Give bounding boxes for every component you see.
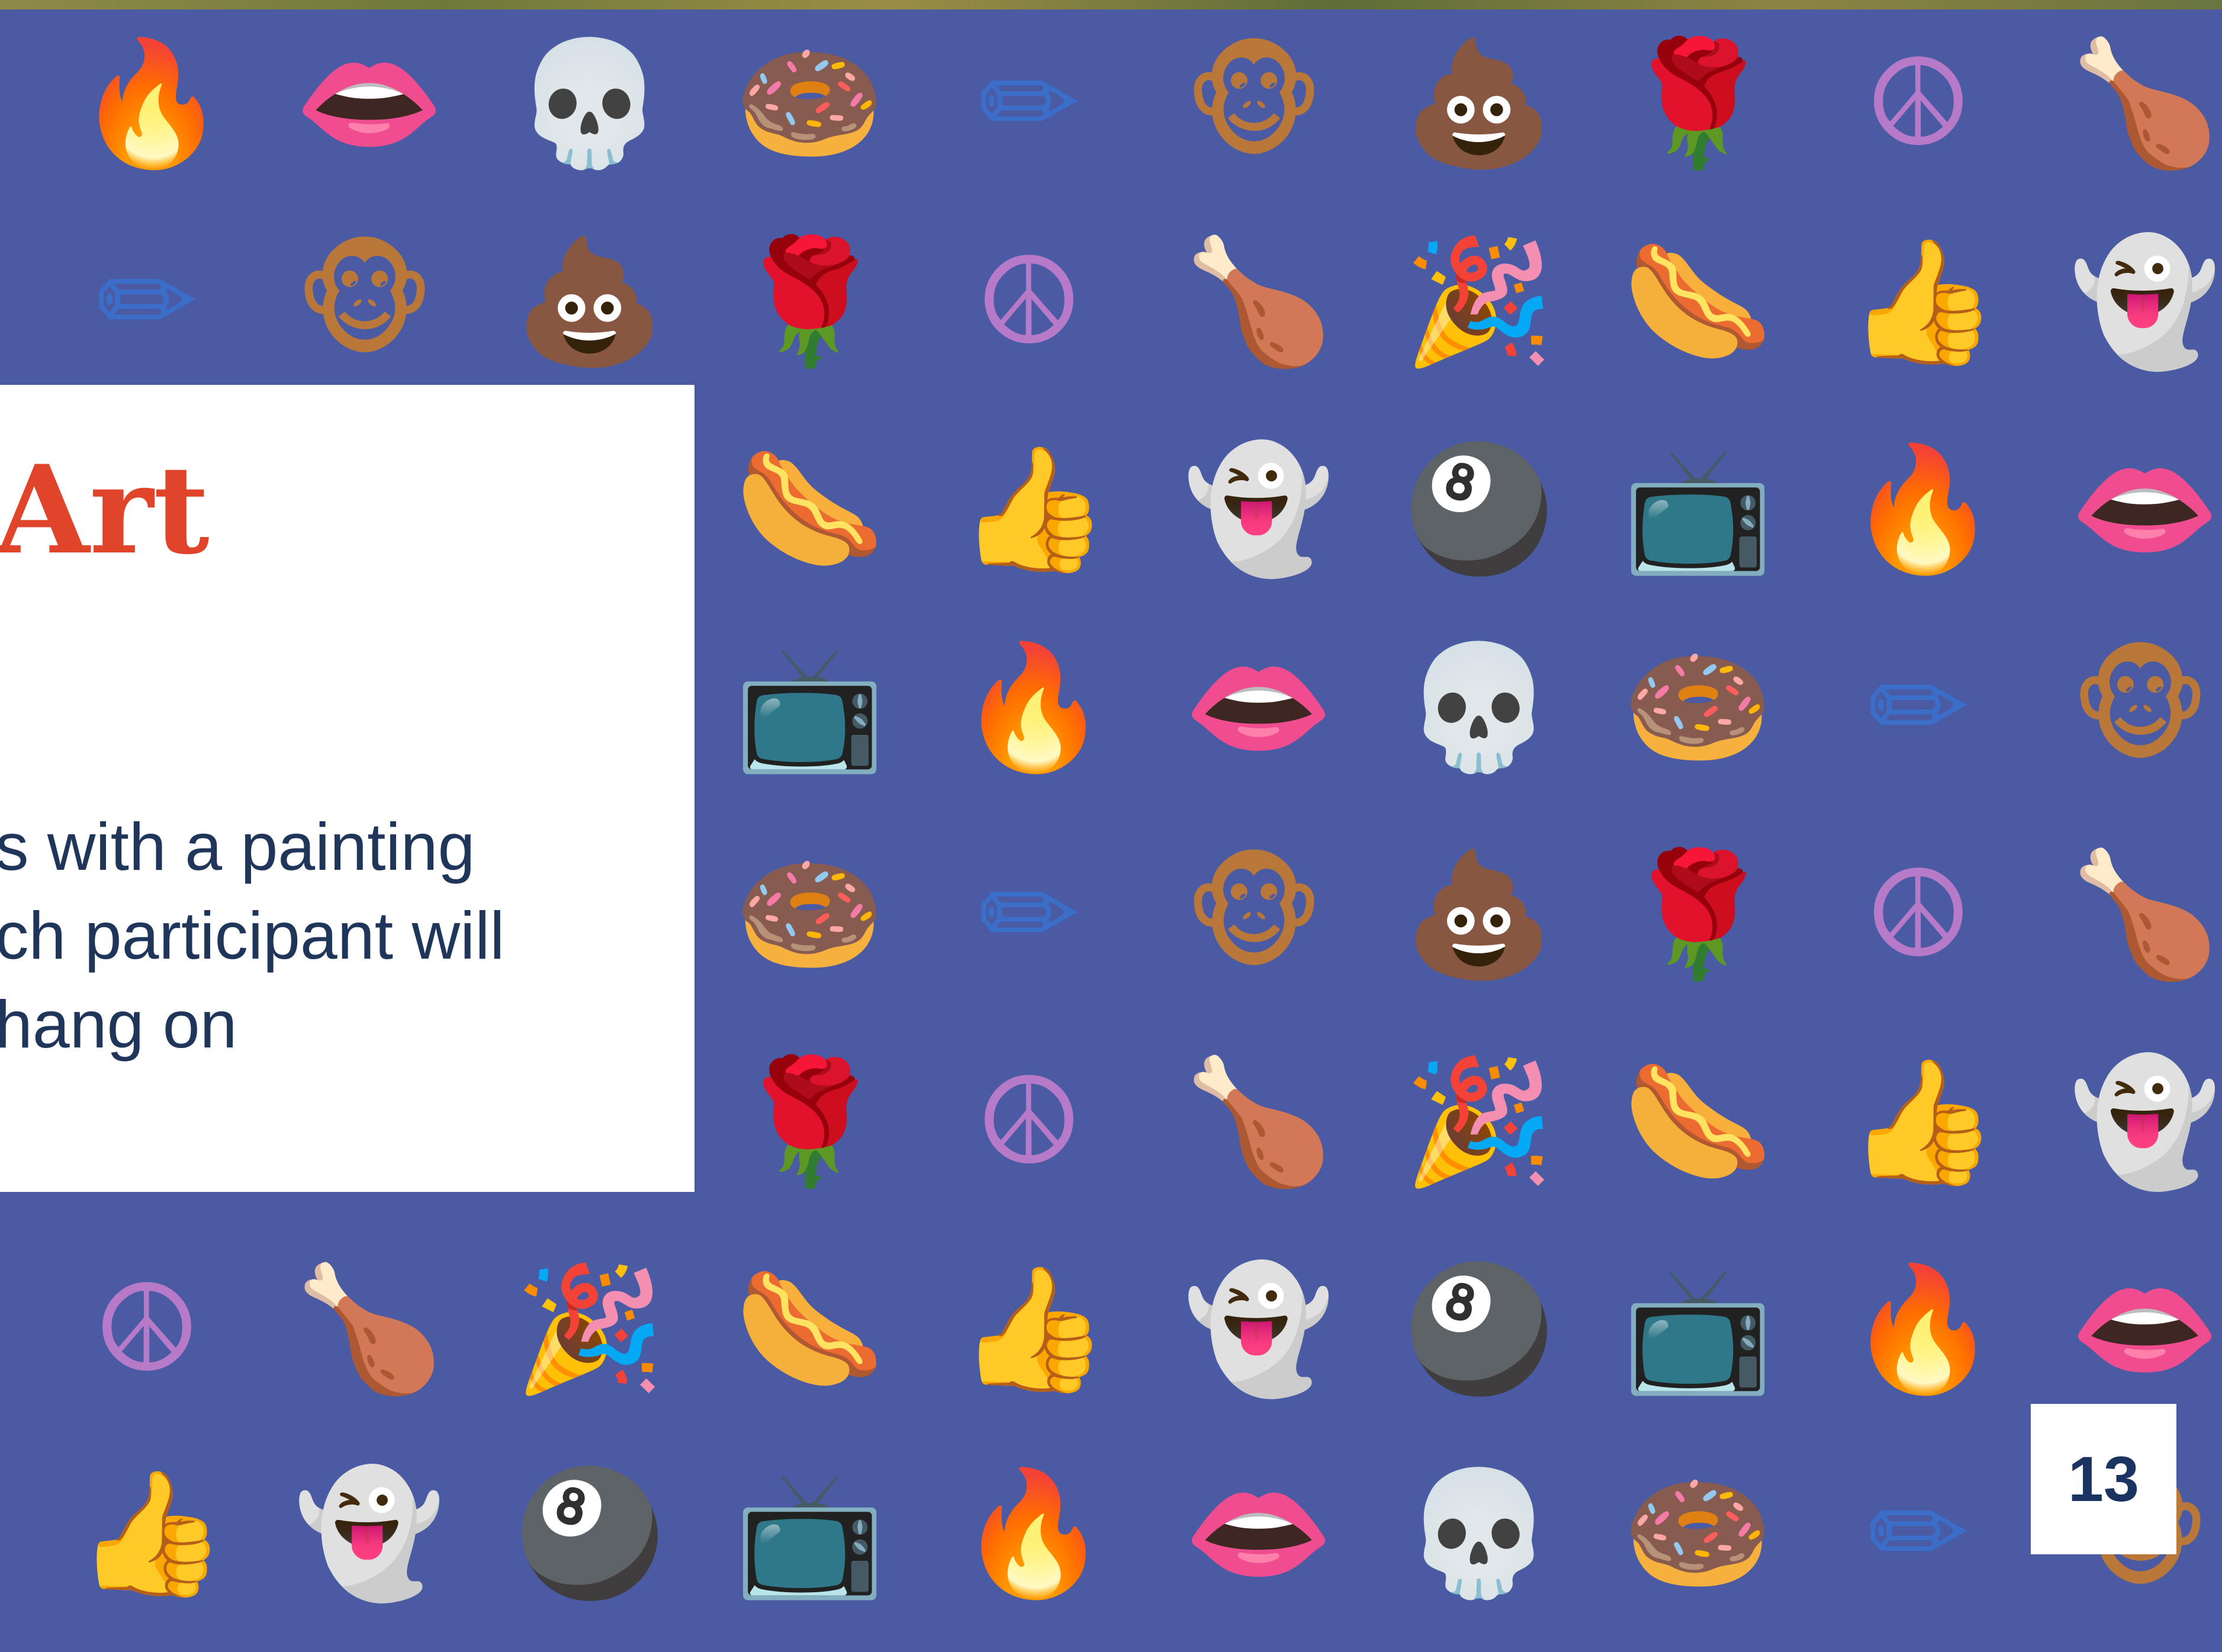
hotdog-icon: 🌭 — [1622, 1052, 1774, 1193]
card-body-text: s with a painting ch participant will ha… — [0, 802, 504, 1069]
tv-icon: 📺 — [734, 1463, 886, 1604]
ghost-icon: 👻 — [294, 1463, 445, 1604]
skull-icon: 💀 — [1403, 1463, 1555, 1604]
lips-icon: 👄 — [1183, 1463, 1335, 1604]
monkey-icon: 🐵 — [1184, 844, 1324, 985]
peace-icon: ☮ — [975, 232, 1083, 372]
pencil-icon: ✏ — [1867, 637, 1969, 778]
top-photo-strip — [0, 0, 2222, 9]
thumbs-up-icon: 👍 — [958, 439, 1110, 580]
rose-icon: 🌹 — [1622, 844, 1774, 985]
drumstick-icon: 🍗 — [1183, 232, 1335, 372]
hotdog-icon: 🌭 — [1622, 232, 1774, 372]
hotdog-icon: 🌭 — [734, 439, 886, 580]
hotdog-icon: 🌭 — [734, 1259, 886, 1400]
party-popper-icon: 🎉 — [514, 1259, 665, 1400]
donut-icon: 🍩 — [734, 33, 886, 174]
card-body-line-3: hang on — [0, 987, 237, 1062]
8-ball-icon: 🎱 — [1403, 1259, 1555, 1400]
tv-icon: 📺 — [734, 637, 886, 778]
pencil-icon: ✏ — [978, 844, 1080, 985]
donut-icon: 🍩 — [734, 844, 886, 985]
peace-icon: ☮ — [1864, 844, 1973, 985]
drumstick-icon: 🍗 — [2069, 844, 2221, 985]
poop-icon: 💩 — [1403, 844, 1555, 985]
thumbs-up-icon: 👍 — [1847, 232, 1999, 372]
lips-icon: 👄 — [1183, 637, 1335, 778]
8-ball-icon: 🎱 — [1403, 439, 1555, 580]
thumbs-up-icon: 👍 — [1847, 1052, 1999, 1193]
page-number: 13 — [2031, 1404, 2176, 1554]
monkey-icon: 🐵 — [2070, 637, 2211, 778]
drumstick-icon: 🍗 — [2069, 33, 2221, 174]
drumstick-icon: 🍗 — [294, 1259, 445, 1400]
party-popper-icon: 🎉 — [1403, 232, 1555, 372]
skull-icon: 💀 — [514, 33, 665, 174]
thumbs-up-icon: 👍 — [958, 1259, 1110, 1400]
fire-icon: 🔥 — [1847, 1259, 1999, 1400]
donut-icon: 🍩 — [1622, 637, 1774, 778]
card-body-line-1: s with a painting — [0, 809, 475, 884]
lips-icon: 👄 — [294, 33, 445, 174]
drumstick-icon: 🍗 — [1183, 1052, 1335, 1193]
ghost-icon: 👻 — [2069, 1052, 2221, 1193]
ghost-icon: 👻 — [1183, 439, 1335, 580]
fire-icon: 🔥 — [958, 637, 1110, 778]
card-title: Art — [0, 439, 210, 581]
fire-icon: 🔥 — [958, 1463, 1110, 1604]
pencil-icon: ✏ — [978, 33, 1080, 174]
skull-icon: 💀 — [1403, 637, 1555, 778]
tv-icon: 📺 — [1622, 439, 1774, 580]
8-ball-icon: 🎱 — [514, 1463, 665, 1604]
rose-icon: 🌹 — [734, 232, 886, 372]
poop-icon: 💩 — [1403, 33, 1555, 174]
donut-icon: 🍩 — [1622, 1463, 1774, 1604]
monkey-icon: 🐵 — [294, 232, 435, 372]
ghost-icon: 👻 — [1183, 1259, 1335, 1400]
tv-icon: 📺 — [1622, 1259, 1774, 1400]
thumbs-up-icon: 👍 — [76, 1463, 227, 1604]
rose-icon: 🌹 — [734, 1052, 886, 1193]
content-card: Art s with a painting ch participant wil… — [0, 385, 694, 1192]
pencil-icon: ✏ — [96, 232, 198, 372]
ghost-icon: 👻 — [2069, 232, 2221, 372]
card-body-line-2: ch participant will — [0, 898, 505, 973]
peace-icon: ☮ — [1864, 33, 1973, 174]
pencil-icon: ✏ — [1867, 1463, 1969, 1604]
peace-icon: ☮ — [92, 1259, 201, 1400]
fire-icon: 🔥 — [1847, 439, 1999, 580]
fire-icon: 🔥 — [76, 33, 227, 174]
lips-icon: 👄 — [2069, 439, 2221, 580]
rose-icon: 🌹 — [1622, 33, 1774, 174]
party-popper-icon: 🎉 — [1403, 1052, 1555, 1193]
poop-icon: 💩 — [514, 232, 665, 372]
peace-icon: ☮ — [975, 1052, 1083, 1193]
monkey-icon: 🐵 — [1184, 33, 1324, 174]
lips-icon: 👄 — [2069, 1259, 2221, 1400]
